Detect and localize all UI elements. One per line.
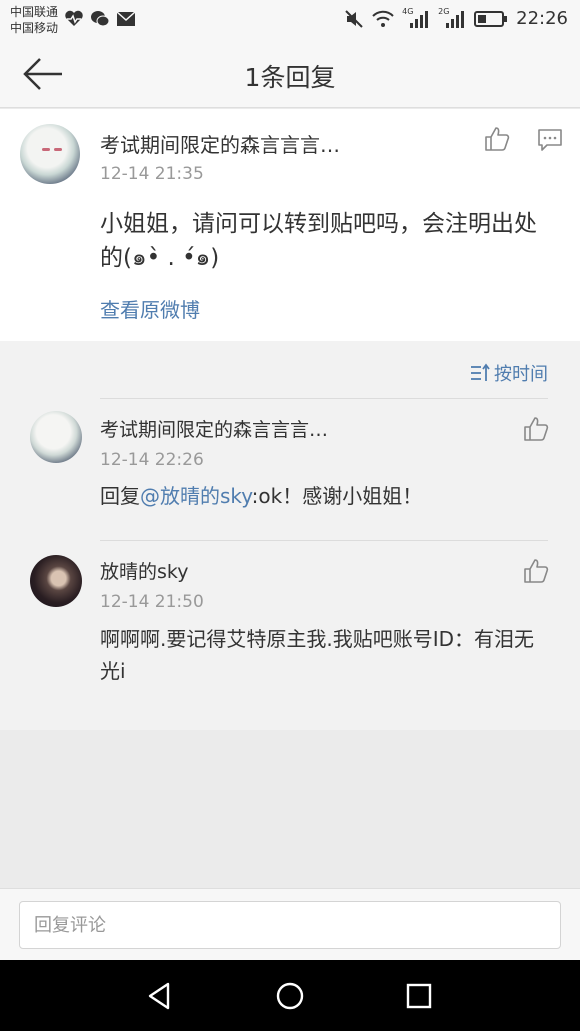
- page-title: 1条回复: [244, 63, 336, 92]
- avatar[interactable]: [20, 124, 80, 184]
- like-icon[interactable]: [523, 416, 549, 442]
- reply-body: :ok！感谢小姐姐！: [251, 484, 423, 508]
- reply-comment-input[interactable]: [19, 901, 561, 949]
- reply-text: 啊啊啊.要记得艾特原主我.我贴吧账号ID：有泪无光i: [100, 627, 535, 683]
- avatar[interactable]: [30, 555, 82, 607]
- net-2g-label: 2G: [438, 6, 450, 16]
- like-icon[interactable]: [523, 558, 549, 584]
- reply-author-name[interactable]: 放晴的sky: [100, 557, 188, 584]
- heartbeat-icon: [65, 10, 83, 26]
- battery-icon: [474, 10, 508, 27]
- carrier-1: 中国联通: [10, 5, 59, 19]
- reply-prefix: 回复: [100, 484, 140, 508]
- reply-author-name[interactable]: 考试期间限定的森言言言…: [100, 415, 328, 442]
- signal-2g: 2G: [438, 6, 466, 29]
- sort-label: 按时间: [494, 364, 548, 385]
- reply-bar: [0, 888, 580, 960]
- nav-home-icon[interactable]: [274, 980, 306, 1012]
- carrier-2: 中国移动: [10, 21, 59, 35]
- reply-time: 12-14 21:50: [100, 592, 204, 612]
- author-name[interactable]: 考试期间限定的森言言言…: [100, 129, 340, 158]
- status-bar: 中国联通 中国移动 4G 2G 22:26: [0, 0, 580, 40]
- comment-text: 小姐姐，请问可以转到贴吧吗，会注明出处的(๑•̀ . •́๑): [100, 211, 537, 271]
- view-original-weibo-link[interactable]: 查看原微博: [100, 294, 200, 323]
- mail-icon: [116, 11, 136, 26]
- divider: [100, 398, 548, 399]
- replies-section: 按时间 考试期间限定的森言言言… 12-14 22:26 回复@放晴的sky:o…: [0, 341, 580, 730]
- reply-text: 回复@放晴的sky:ok！感谢小姐姐！: [100, 480, 550, 512]
- comment-icon[interactable]: [537, 128, 563, 152]
- mention-link[interactable]: @放晴的sky: [140, 484, 252, 508]
- nav-recents-icon[interactable]: [403, 980, 435, 1012]
- net-4g-label: 4G: [402, 6, 414, 16]
- avatar[interactable]: [30, 411, 82, 463]
- like-icon[interactable]: [484, 126, 510, 152]
- signal-4g: 4G: [402, 6, 430, 29]
- divider: [100, 540, 548, 541]
- original-comment: 考试期间限定的森言言言… 12-14 21:35 小姐姐，请问可以转到贴吧吗，会…: [0, 109, 580, 341]
- top-nav-bar: 1条回复: [0, 40, 580, 108]
- nav-back-icon[interactable]: [144, 980, 176, 1012]
- reply-time: 12-14 22:26: [100, 450, 204, 470]
- clock: 22:26: [516, 8, 568, 29]
- sort-icon: [471, 363, 490, 381]
- mute-icon: [345, 9, 363, 28]
- wifi-icon: [372, 10, 394, 27]
- post-time: 12-14 21:35: [100, 164, 204, 184]
- wechat-icon: [91, 11, 110, 27]
- system-nav-bar: [0, 960, 580, 1031]
- sort-by-time-button[interactable]: 按时间: [470, 360, 548, 386]
- carrier-info: 中国联通 中国移动: [10, 4, 58, 36]
